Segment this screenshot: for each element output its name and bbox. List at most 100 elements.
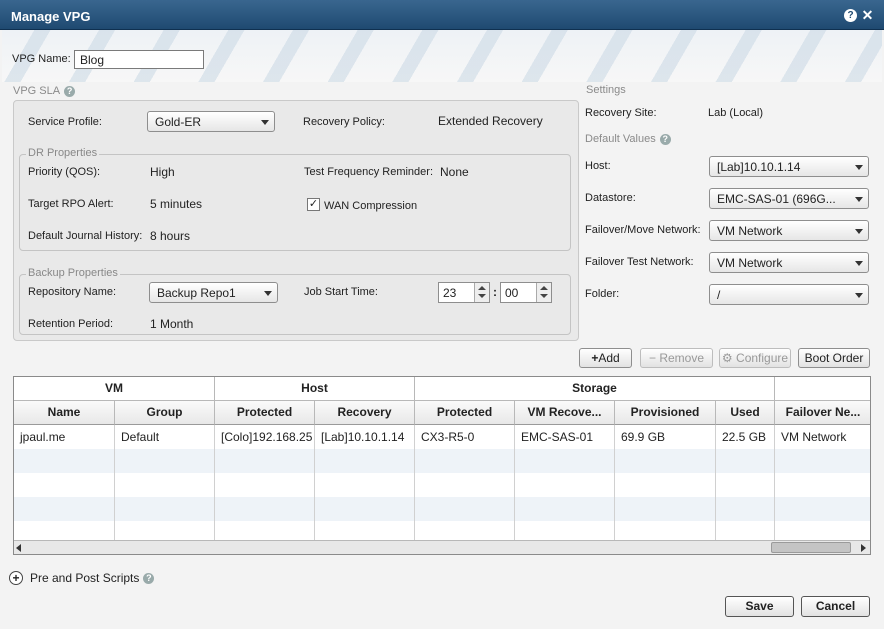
close-icon[interactable]: ✕ [861, 8, 874, 22]
scroll-thumb[interactable] [771, 542, 851, 553]
chevron-down-icon [855, 229, 863, 234]
test-frequency-label: Test Frequency Reminder: [304, 166, 433, 178]
expand-plus-icon[interactable]: + [9, 571, 23, 585]
add-label: Add [598, 351, 620, 365]
boot-order-button[interactable]: Boot Order [798, 348, 870, 368]
default-values-heading: Default Values? [585, 133, 671, 145]
cell-name: jpaul.me [14, 425, 115, 449]
cell-host-recovery: [Lab]10.10.1.14 [315, 425, 415, 449]
wan-compression-checkbox[interactable]: ✓ [307, 198, 320, 211]
arrow-up-icon[interactable] [478, 286, 486, 290]
default-values-title: Default Values [585, 133, 656, 145]
dr-properties-title: DR Properties [26, 147, 100, 159]
configure-button[interactable]: ⚙ Configure [719, 348, 791, 368]
host-label: Host: [585, 160, 611, 172]
settings-heading: Settings [586, 84, 626, 96]
host-value: [Lab]10.10.1.14 [717, 160, 801, 174]
help-icon[interactable]: ? [64, 85, 76, 97]
arrow-down-icon[interactable] [478, 294, 486, 298]
recovery-site-label: Recovery Site: [585, 107, 657, 119]
chevron-down-icon [264, 291, 272, 296]
column-header-used[interactable]: Used [716, 401, 775, 425]
window-title-bar: Manage VPG ? ✕ [0, 0, 884, 30]
vpg-sla-heading: VPG SLA? [13, 85, 76, 97]
chevron-down-icon [855, 165, 863, 170]
recovery-policy-value: Extended Recovery [438, 114, 543, 128]
failover-network-select[interactable]: VM Network [709, 220, 869, 241]
dr-properties-group: DR Properties Priority (QOS): High Test … [19, 147, 571, 251]
help-icon[interactable]: ? [659, 133, 671, 145]
cell-failover-network: VM Network [775, 425, 870, 449]
minute-stepper-buttons[interactable] [536, 283, 551, 302]
failover-network-label: Failover/Move Network: [585, 224, 701, 236]
minute-stepper[interactable]: 00 [500, 282, 552, 303]
scroll-right-icon[interactable] [861, 544, 866, 552]
remove-button[interactable]: − Remove [640, 348, 713, 368]
help-icon[interactable]: ? [143, 573, 155, 585]
test-network-value: VM Network [717, 256, 783, 270]
column-header-provisioned[interactable]: Provisioned [615, 401, 716, 425]
cell-vm-recovery: EMC-SAS-01 [515, 425, 615, 449]
pre-post-scripts-text: Pre and Post Scripts [30, 571, 140, 585]
cell-provisioned: 69.9 GB [615, 425, 716, 449]
test-network-select[interactable]: VM Network [709, 252, 869, 273]
column-header-host-protected[interactable]: Protected [215, 401, 315, 425]
datastore-value: EMC-SAS-01 (696G... [717, 192, 836, 206]
target-rpo-label: Target RPO Alert: [28, 198, 114, 210]
chevron-down-icon [855, 261, 863, 266]
horizontal-scrollbar[interactable] [14, 540, 870, 554]
minus-icon: − [648, 351, 656, 365]
priority-value: High [150, 165, 175, 179]
scroll-left-icon[interactable] [16, 544, 21, 552]
column-header-storage-protected[interactable]: Protected [415, 401, 515, 425]
help-icon[interactable]: ? [844, 9, 857, 22]
service-profile-label: Service Profile: [28, 116, 102, 128]
job-start-label: Job Start Time: [304, 286, 378, 298]
test-network-label: Failover Test Network: [585, 256, 694, 268]
column-header-host-recovery[interactable]: Recovery [315, 401, 415, 425]
vpg-name-input[interactable]: Blog [74, 50, 204, 69]
datastore-label: Datastore: [585, 192, 636, 204]
service-profile-select[interactable]: Gold-ER [147, 111, 275, 132]
backup-properties-title: Backup Properties [26, 267, 120, 279]
vm-grid: VM Host Storage Name Group Protected Rec… [13, 376, 871, 555]
hour-stepper-buttons[interactable] [474, 283, 489, 302]
repository-select[interactable]: Backup Repo1 [149, 282, 278, 303]
column-header-failover-network[interactable]: Failover Ne... [775, 401, 870, 425]
column-header-vm-recovery[interactable]: VM Recove... [515, 401, 615, 425]
cancel-button[interactable]: Cancel [801, 596, 870, 617]
target-rpo-value: 5 minutes [150, 197, 203, 211]
host-select[interactable]: [Lab]10.10.1.14 [709, 156, 869, 177]
add-button[interactable]: +Add [579, 348, 632, 368]
group-header-host: Host [215, 377, 415, 401]
column-header-name[interactable]: Name [14, 401, 115, 425]
pre-post-scripts-label[interactable]: Pre and Post Scripts? [30, 571, 155, 585]
failover-network-value: VM Network [717, 224, 783, 238]
cell-storage-protected: CX3-R5-0 [415, 425, 515, 449]
datastore-select[interactable]: EMC-SAS-01 (696G... [709, 188, 869, 209]
backup-properties-group: Backup Properties Repository Name: Backu… [19, 267, 571, 335]
hour-value: 23 [443, 286, 457, 300]
time-separator: : [493, 285, 497, 299]
priority-label: Priority (QOS): [28, 166, 101, 178]
sla-panel: Service Profile: Gold-ER Recovery Policy… [13, 100, 579, 341]
journal-history-label: Default Journal History: [28, 230, 143, 242]
arrow-up-icon[interactable] [540, 286, 548, 290]
recovery-policy-label: Recovery Policy: [303, 116, 385, 128]
window-title: Manage VPG [11, 9, 91, 24]
vpg-name-label: VPG Name: [12, 53, 71, 65]
save-button[interactable]: Save [725, 596, 794, 617]
test-frequency-value: None [440, 165, 469, 179]
group-header-empty [775, 377, 870, 401]
chevron-down-icon [855, 293, 863, 298]
group-header-vm: VM [14, 377, 215, 401]
remove-label: Remove [659, 351, 705, 365]
recovery-site-value: Lab (Local) [708, 107, 764, 119]
arrow-down-icon[interactable] [540, 294, 548, 298]
table-row-empty [14, 497, 870, 521]
wan-compression-label: WAN Compression [324, 200, 418, 212]
hour-stepper[interactable]: 23 [438, 282, 490, 303]
folder-select[interactable]: / [709, 284, 869, 305]
column-header-group[interactable]: Group [115, 401, 215, 425]
group-header-storage: Storage [415, 377, 775, 401]
